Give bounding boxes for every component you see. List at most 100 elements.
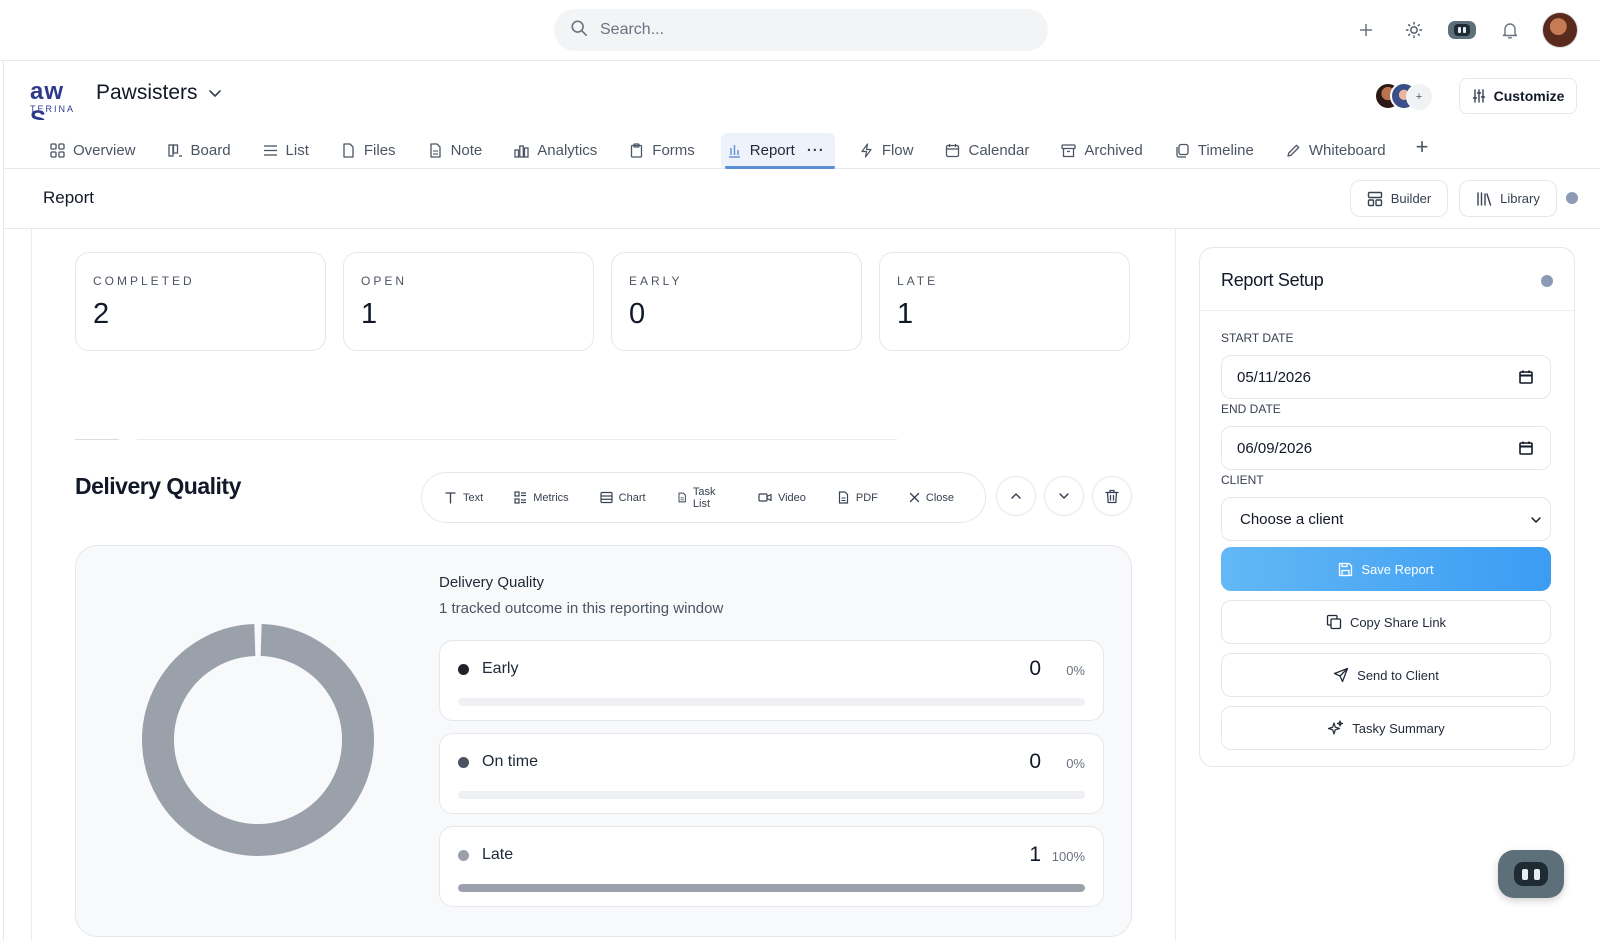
add-text-button[interactable]: Text <box>444 491 483 504</box>
delivery-quality-card: Delivery Quality 1 tracked outcome in th… <box>75 545 1132 937</box>
add-pdf-button[interactable]: PDF <box>837 491 878 504</box>
save-icon <box>1339 562 1353 576</box>
calendar-icon[interactable] <box>1518 369 1534 385</box>
end-date-field[interactable]: 06/09/2026 <box>1221 426 1551 470</box>
workspace-switcher[interactable]: Pawsisters <box>96 81 222 105</box>
add-metrics-button[interactable]: Metrics <box>514 491 569 504</box>
layout-icon <box>1367 191 1382 206</box>
tab-overview[interactable]: Overview <box>44 133 142 167</box>
client-label: CLIENT <box>1221 473 1264 487</box>
workspace-header: aw S TERINA Pawsisters + Customize Overv… <box>4 61 1600 169</box>
legend-dot <box>458 664 469 675</box>
tab-board[interactable]: Board <box>162 133 237 167</box>
tab-timeline[interactable]: Timeline <box>1169 133 1260 167</box>
add-video-button[interactable]: Video <box>758 491 806 504</box>
video-icon <box>758 493 772 502</box>
view-tabs: Overview Board List Files Note Analytics… <box>44 133 1428 169</box>
stat-card-open: OPEN 1 <box>343 252 594 351</box>
tab-more-icon[interactable]: ··· <box>807 142 825 159</box>
divider <box>1200 310 1574 311</box>
sliders-icon <box>1472 89 1485 103</box>
status-dot <box>1566 192 1578 204</box>
search-input[interactable] <box>600 21 1000 39</box>
card-subtitle: 1 tracked outcome in this reporting wind… <box>439 600 724 617</box>
copy-icon <box>1326 614 1342 630</box>
card-title: Delivery Quality <box>439 574 545 591</box>
add-chart-button[interactable]: Chart <box>600 491 646 504</box>
library-icon <box>1477 191 1492 206</box>
report-icon <box>728 144 740 158</box>
end-date-label: END DATE <box>1221 402 1281 416</box>
section-title: Delivery Quality <box>75 473 241 499</box>
send-icon <box>1334 667 1349 683</box>
robot-icon[interactable] <box>1444 12 1480 48</box>
tab-whiteboard[interactable]: Whiteboard <box>1280 133 1392 167</box>
builder-button[interactable]: Builder <box>1350 180 1448 217</box>
board-icon <box>167 143 182 157</box>
metrics-icon <box>514 491 527 504</box>
tab-analytics[interactable]: Analytics <box>508 133 603 167</box>
start-date-field[interactable]: 05/11/2026 <box>1221 355 1551 399</box>
more-members-badge: + <box>1406 84 1432 110</box>
task-list-icon <box>678 492 686 503</box>
sparkle-icon <box>1328 719 1344 735</box>
send-to-client-button[interactable]: Send to Client <box>1221 653 1551 697</box>
tab-calendar[interactable]: Calendar <box>939 133 1035 167</box>
tab-flow[interactable]: Flow <box>853 133 920 167</box>
start-date-label: START DATE <box>1221 331 1294 345</box>
timeline-icon <box>1176 143 1189 158</box>
customize-button[interactable]: Customize <box>1459 78 1577 114</box>
block-toolbar: Text Metrics Chart Task List Video PDF C… <box>421 472 986 523</box>
user-avatar[interactable] <box>1542 12 1578 48</box>
close-toolbar-button[interactable]: Close <box>909 492 954 504</box>
search-bar[interactable] <box>554 9 1048 51</box>
tab-note[interactable]: Note <box>422 133 489 167</box>
lightning-icon <box>861 142 872 158</box>
calendar-icon[interactable] <box>1518 440 1534 456</box>
status-dot <box>1541 275 1553 287</box>
clipboard-icon <box>631 142 643 158</box>
sun-icon[interactable] <box>1396 12 1432 48</box>
text-icon <box>445 492 456 504</box>
calendar-icon <box>946 143 960 157</box>
workspace-name: Pawsisters <box>96 81 198 104</box>
save-report-button[interactable]: Save Report <box>1221 547 1551 591</box>
tab-forms[interactable]: Forms <box>623 133 701 167</box>
robot-icon <box>1514 862 1548 886</box>
report-setup-panel: Report Setup START DATE 05/11/2026 END D… <box>1199 247 1575 767</box>
close-icon <box>909 492 920 503</box>
report-subheader: Report Builder Library <box>4 169 1600 229</box>
move-up-button[interactable] <box>996 476 1036 516</box>
progress-track <box>458 884 1085 892</box>
tasky-summary-button[interactable]: Tasky Summary <box>1221 706 1551 750</box>
chevron-down-icon <box>1059 493 1069 499</box>
tab-archived[interactable]: Archived <box>1055 133 1148 167</box>
list-icon <box>263 144 277 156</box>
member-avatars[interactable]: + <box>1374 82 1436 112</box>
plus-icon[interactable] <box>1348 12 1384 48</box>
workspace-logo: aw S TERINA <box>30 78 76 120</box>
progress-track <box>458 791 1085 799</box>
add-task-list-button[interactable]: Task List <box>677 486 727 510</box>
library-button[interactable]: Library <box>1459 180 1557 217</box>
client-select[interactable]: Choose a client <box>1221 497 1551 541</box>
report-canvas: COMPLETED 2 OPEN 1 EARLY 0 LATE 1 Delive… <box>31 229 1176 941</box>
tab-list[interactable]: List <box>257 133 315 167</box>
assistant-bot-button[interactable] <box>1498 850 1564 898</box>
delete-block-button[interactable] <box>1092 476 1132 516</box>
copy-share-link-button[interactable]: Copy Share Link <box>1221 600 1551 644</box>
legend-dot <box>458 757 469 768</box>
file-icon <box>343 142 354 158</box>
stat-card-late: LATE 1 <box>879 252 1130 351</box>
add-tab-button[interactable]: + <box>1416 133 1429 161</box>
tab-report[interactable]: Report ··· <box>720 133 835 169</box>
tab-files[interactable]: Files <box>335 133 402 167</box>
archive-icon <box>1061 143 1077 157</box>
outcome-row-late: Late 1 100% <box>439 826 1104 907</box>
chevron-up-icon <box>1011 493 1021 499</box>
bell-icon[interactable] <box>1492 12 1528 48</box>
move-down-button[interactable] <box>1044 476 1084 516</box>
donut-chart <box>142 624 374 856</box>
search-icon <box>570 19 588 42</box>
trash-icon <box>1105 489 1119 503</box>
